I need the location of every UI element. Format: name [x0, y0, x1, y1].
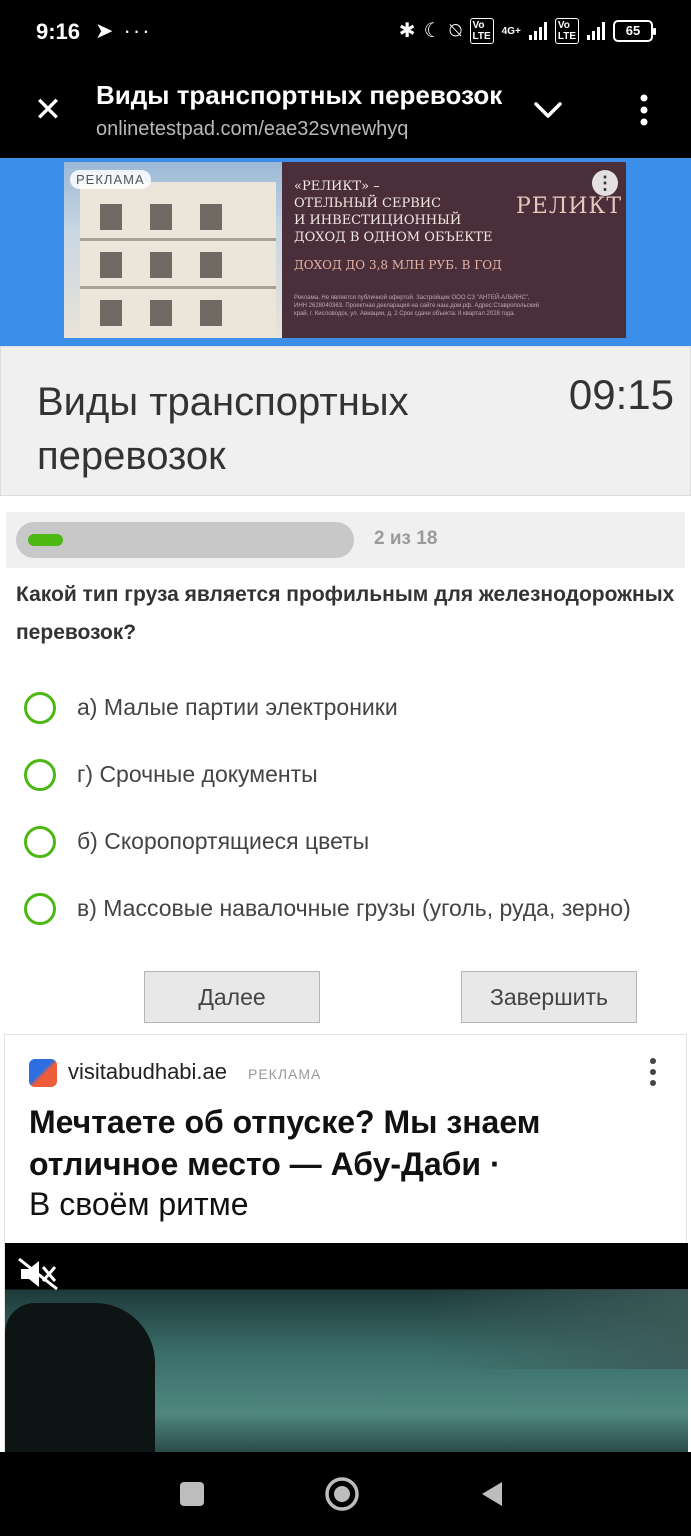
clock: 9:16 [36, 19, 81, 44]
close-icon[interactable]: ✕ [28, 90, 68, 130]
network-type: 4G+ [501, 25, 521, 37]
ad-headline[interactable]: Мечтаете об отпуске? Мы знаем отличное м… [29, 1101, 669, 1185]
browser-toolbar: ✕ Виды транспортных перевозок onlinetest… [0, 66, 691, 158]
more-vertical-icon[interactable] [624, 90, 664, 130]
volte-icon: Vo LTE [469, 18, 494, 44]
bottom-ad[interactable]: visitabudhabi.ae РЕКЛАМА Мечтаете об отп… [4, 1034, 688, 1453]
signal-icon-2 [587, 22, 605, 40]
top-ad-banner[interactable]: РЕКЛАМА «Реликт» – отельный сервис и инв… [64, 162, 626, 338]
next-button[interactable]: Далее [144, 971, 320, 1023]
advertiser-logo [29, 1059, 57, 1087]
page-title: Виды транспортных перевозок [96, 80, 503, 110]
system-nav-bar [0, 1452, 691, 1536]
top-ad-container: РЕКЛАМА «Реликт» – отельный сервис и инв… [0, 158, 691, 346]
signal-icon [528, 22, 547, 40]
ad-fine-print: Реклама. Не является публичной офертой. … [294, 295, 539, 317]
advertiser-domain[interactable]: visitabudhabi.ae [68, 1059, 227, 1085]
test-header: Виды транспортных перевозок 09:15 [0, 346, 691, 496]
progress-counter: 2 из 18 [374, 528, 438, 549]
home-icon[interactable] [322, 1474, 362, 1514]
answer-option[interactable]: в) Массовые навалочные грузы (уголь, руд… [0, 879, 691, 939]
test-title: Виды транспортных перевозок [37, 380, 409, 478]
volte-icon-2: Vo LTE [554, 18, 579, 44]
finish-button[interactable]: Завершить [461, 971, 637, 1023]
battery-icon: 65 [613, 20, 656, 42]
progress-section: 2 из 18 [6, 512, 685, 568]
answer-label[interactable]: г) Срочные документы [77, 761, 318, 788]
ad-menu-icon[interactable]: ⋮ [592, 170, 618, 196]
answer-label[interactable]: в) Массовые навалочные грузы (уголь, руд… [77, 895, 631, 922]
ad-income: Доход до 3,8 млн руб. в год [294, 258, 502, 272]
radio-button[interactable] [24, 759, 56, 791]
test-page: Виды транспортных перевозок 09:15 2 из 1… [0, 346, 691, 1453]
timer: 09:15 [568, 371, 674, 418]
radio-button[interactable] [24, 893, 56, 925]
ad-label: РЕКЛАМА [248, 1066, 322, 1082]
answer-option[interactable]: г) Срочные документы [0, 745, 691, 805]
answer-label[interactable]: б) Скоропортящиеся цветы [77, 828, 369, 855]
muted-speaker-icon[interactable] [17, 1257, 59, 1291]
ad-label: РЕКЛАМА [70, 170, 151, 189]
progress-bar [16, 522, 354, 558]
ad-video[interactable] [5, 1243, 688, 1453]
notification-icons: ➤ ··· [95, 18, 152, 43]
status-bar: 9:16 ➤ ··· ✱ ☾ ⍉ Vo LTE 4G+ Vo LTE 65 [0, 0, 691, 66]
ad-subline[interactable]: В своём ритме [29, 1183, 248, 1225]
radio-button[interactable] [24, 826, 56, 858]
recents-icon[interactable] [172, 1474, 212, 1514]
answer-label[interactable]: а) Малые партии электроники [77, 694, 398, 721]
progress-fill [28, 534, 63, 546]
alarm-off-icon: ⍉ [449, 20, 462, 42]
answer-option[interactable]: а) Малые партии электроники [0, 678, 691, 738]
bluetooth-icon: ✱ [398, 20, 416, 42]
question-text: Какой тип груза является профильным для … [16, 583, 675, 644]
ad-headline: «Реликт» – отельный сервис и инвестицион… [294, 179, 493, 245]
answer-option[interactable]: б) Скоропортящиеся цветы [0, 812, 691, 872]
page-url[interactable]: onlinetestpad.com/eae32svnewhyq [96, 118, 408, 141]
back-icon[interactable] [472, 1474, 512, 1514]
system-icons: ✱ ☾ ⍉ Vo LTE 4G+ Vo LTE 65 [398, 18, 656, 44]
radio-button[interactable] [24, 692, 56, 724]
ad-logo: РЕЛИКТ [516, 194, 623, 219]
more-vertical-icon[interactable] [641, 1055, 665, 1089]
chevron-down-icon[interactable] [528, 90, 568, 130]
moon-icon: ☾ [423, 20, 442, 42]
